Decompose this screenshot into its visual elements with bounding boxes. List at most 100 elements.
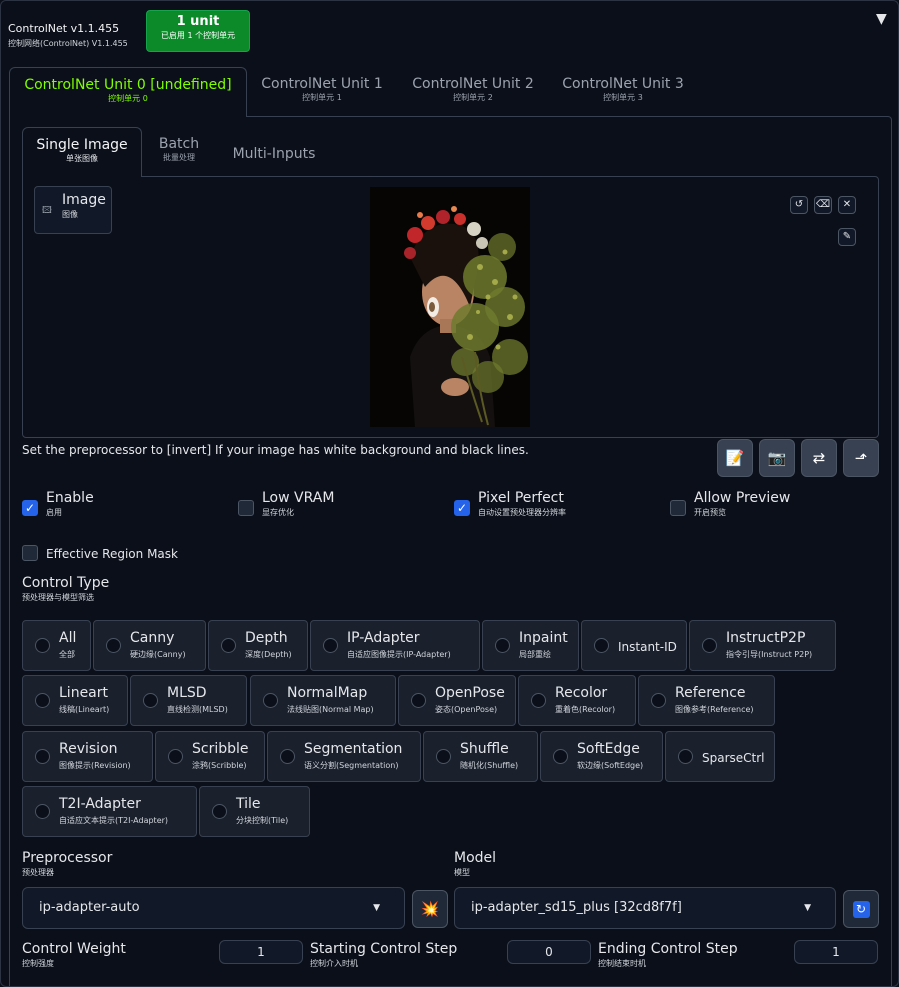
- preprocessor-select[interactable]: ip-adapter-auto ▼: [22, 887, 405, 929]
- option-label: IP-Adapter: [347, 630, 420, 646]
- control-type-instant-id[interactable]: Instant-ID: [581, 620, 687, 671]
- tab-label: ControlNet Unit 0 [undefined]: [24, 77, 232, 93]
- allow-preview-checkbox[interactable]: [670, 500, 686, 516]
- preprocessor-label: Preprocessor: [22, 850, 113, 866]
- control-type-depth[interactable]: Depth 深度(Depth): [208, 620, 308, 671]
- tab-unit-0[interactable]: ControlNet Unit 0 [undefined] 控制单元 0: [9, 67, 247, 117]
- panel-subtitle: 控制网络(ControlNet) V1.1.455: [8, 39, 128, 48]
- tab-unit-1[interactable]: ControlNet Unit 1 控制单元 1: [249, 67, 395, 117]
- control-type-sparsectrl[interactable]: SparseCtrl: [665, 731, 775, 782]
- option-label: Instant-ID: [618, 640, 677, 654]
- control-type-scribble[interactable]: Scribble 涂鸦(Scribble): [155, 731, 265, 782]
- tab-label: Single Image: [36, 137, 128, 153]
- uploaded-image[interactable]: [370, 187, 530, 427]
- model-label: Model: [454, 850, 497, 866]
- tab-sub: 控制单元 0: [108, 94, 148, 103]
- radio-dot: [106, 638, 121, 653]
- enable-label: Enable: [46, 490, 94, 506]
- control-type-recolor[interactable]: Recolor 重着色(Recolor): [518, 675, 636, 726]
- control-type-openpose[interactable]: OpenPose 姿态(OpenPose): [398, 675, 516, 726]
- radio-dot: [411, 693, 426, 708]
- allow-preview-sub: 开启预览: [694, 508, 726, 517]
- tab-label: ControlNet Unit 2: [412, 76, 534, 92]
- tab-label: Multi-Inputs: [232, 146, 316, 162]
- ending-step-sub: 控制结束时机: [598, 959, 646, 968]
- control-type-softedge[interactable]: SoftEdge 软边缘(SoftEdge): [540, 731, 663, 782]
- radio-dot: [35, 693, 50, 708]
- option-sub: 指令引导(Instruct P2P): [726, 650, 813, 659]
- eraser-icon[interactable]: ⌫: [814, 196, 832, 214]
- swap-icon[interactable]: ⇄: [801, 439, 837, 477]
- undo-icon[interactable]: ↺: [790, 196, 808, 214]
- option-label: All: [59, 630, 77, 646]
- control-type-t2i-adapter[interactable]: T2I-Adapter 自适应文本提示(T2I-Adapter): [22, 786, 197, 837]
- control-type-all[interactable]: All 全部: [22, 620, 91, 671]
- radio-dot: [143, 693, 158, 708]
- option-label: Reference: [675, 685, 746, 701]
- low-vram-checkbox[interactable]: [238, 500, 254, 516]
- pixel-perfect-checkbox[interactable]: ✓: [454, 500, 470, 516]
- tab-multi-inputs[interactable]: Multi-Inputs: [223, 127, 325, 177]
- enable-sub: 启用: [46, 508, 62, 517]
- edit-icon[interactable]: 📝: [717, 439, 753, 477]
- ending-step-input[interactable]: 1: [794, 940, 878, 964]
- radio-dot: [495, 638, 510, 653]
- option-sub: 图像参考(Reference): [675, 705, 754, 714]
- brush-icon[interactable]: ✎: [838, 228, 856, 246]
- control-type-instructp2p[interactable]: InstructP2P 指令引导(Instruct P2P): [689, 620, 836, 671]
- option-label: Inpaint: [519, 630, 568, 646]
- control-type-ip-adapter[interactable]: IP-Adapter 自适应图像提示(IP-Adapter): [310, 620, 480, 671]
- enable-checkbox[interactable]: ✓: [22, 500, 38, 516]
- option-sub: 自适应文本提示(T2I-Adapter): [59, 816, 169, 825]
- control-type-lineart[interactable]: Lineart 线稿(Lineart): [22, 675, 128, 726]
- radio-dot: [263, 693, 278, 708]
- option-sub: 语义分割(Segmentation): [304, 761, 399, 770]
- model-select[interactable]: ip-adapter_sd15_plus [32cd8f7f] ▼: [454, 887, 836, 929]
- option-label: Lineart: [59, 685, 108, 701]
- tab-sub: 控制单元 3: [603, 93, 643, 102]
- option-label: MLSD: [167, 685, 207, 701]
- portrait-illustration: [370, 187, 530, 427]
- tab-unit-2[interactable]: ControlNet Unit 2 控制单元 2: [400, 67, 546, 117]
- control-type-mlsd[interactable]: MLSD 直线检测(MLSD): [130, 675, 247, 726]
- control-type-revision[interactable]: Revision 图像提示(Revision): [22, 731, 153, 782]
- control-type-normalmap[interactable]: NormalMap 法线贴图(Normal Map): [250, 675, 396, 726]
- control-type-shuffle[interactable]: Shuffle 随机化(Shuffle): [423, 731, 538, 782]
- tab-label: ControlNet Unit 3: [562, 76, 684, 92]
- tab-single-image[interactable]: Single Image 单张图像: [22, 127, 142, 177]
- radio-dot: [35, 749, 50, 764]
- control-type-inpaint[interactable]: Inpaint 局部重绘: [482, 620, 579, 671]
- option-label: Depth: [245, 630, 288, 646]
- close-icon[interactable]: ✕: [838, 196, 856, 214]
- control-type-reference[interactable]: Reference 图像参考(Reference): [638, 675, 775, 726]
- run-preprocessor-button[interactable]: 💥: [412, 890, 448, 928]
- control-weight-sub: 控制强度: [22, 959, 54, 968]
- option-sub: 局部重绘: [519, 650, 551, 659]
- tab-batch[interactable]: Batch 批量处理: [146, 127, 212, 177]
- option-sub: 全部: [59, 650, 75, 659]
- region-mask-label: Effective Region Mask: [46, 547, 178, 561]
- refresh-icon: ↻: [852, 901, 870, 918]
- control-type-canny[interactable]: Canny 硬边缘(Canny): [93, 620, 206, 671]
- camera-icon[interactable]: 📷: [759, 439, 795, 477]
- tab-unit-3[interactable]: ControlNet Unit 3 控制单元 3: [550, 67, 696, 117]
- refresh-models-button[interactable]: ↻: [843, 890, 879, 928]
- option-label: Revision: [59, 741, 118, 757]
- tab-sub: 控制单元 1: [302, 93, 342, 102]
- control-type-segmentation[interactable]: Segmentation 语义分割(Segmentation): [267, 731, 421, 782]
- radio-dot: [531, 693, 546, 708]
- radio-dot: [594, 638, 609, 653]
- option-label: NormalMap: [287, 685, 368, 701]
- explosion-icon: 💥: [420, 900, 440, 918]
- collapse-icon[interactable]: ▼: [876, 11, 887, 27]
- control-type-tile[interactable]: Tile 分块控制(Tile): [199, 786, 310, 837]
- starting-step-input[interactable]: 0: [507, 940, 591, 964]
- option-label: InstructP2P: [726, 630, 806, 646]
- control-weight-input[interactable]: 1: [219, 940, 303, 964]
- panel-title: ControlNet v1.1.455: [8, 22, 120, 35]
- option-label: Segmentation: [304, 741, 403, 757]
- control-type-sub: 预处理器与模型筛选: [22, 593, 94, 602]
- units-enabled-badge: 1 unit 已启用 1 个控制单元: [146, 10, 250, 52]
- send-dimensions-icon[interactable]: ⬏: [843, 439, 879, 477]
- region-mask-checkbox[interactable]: [22, 545, 38, 561]
